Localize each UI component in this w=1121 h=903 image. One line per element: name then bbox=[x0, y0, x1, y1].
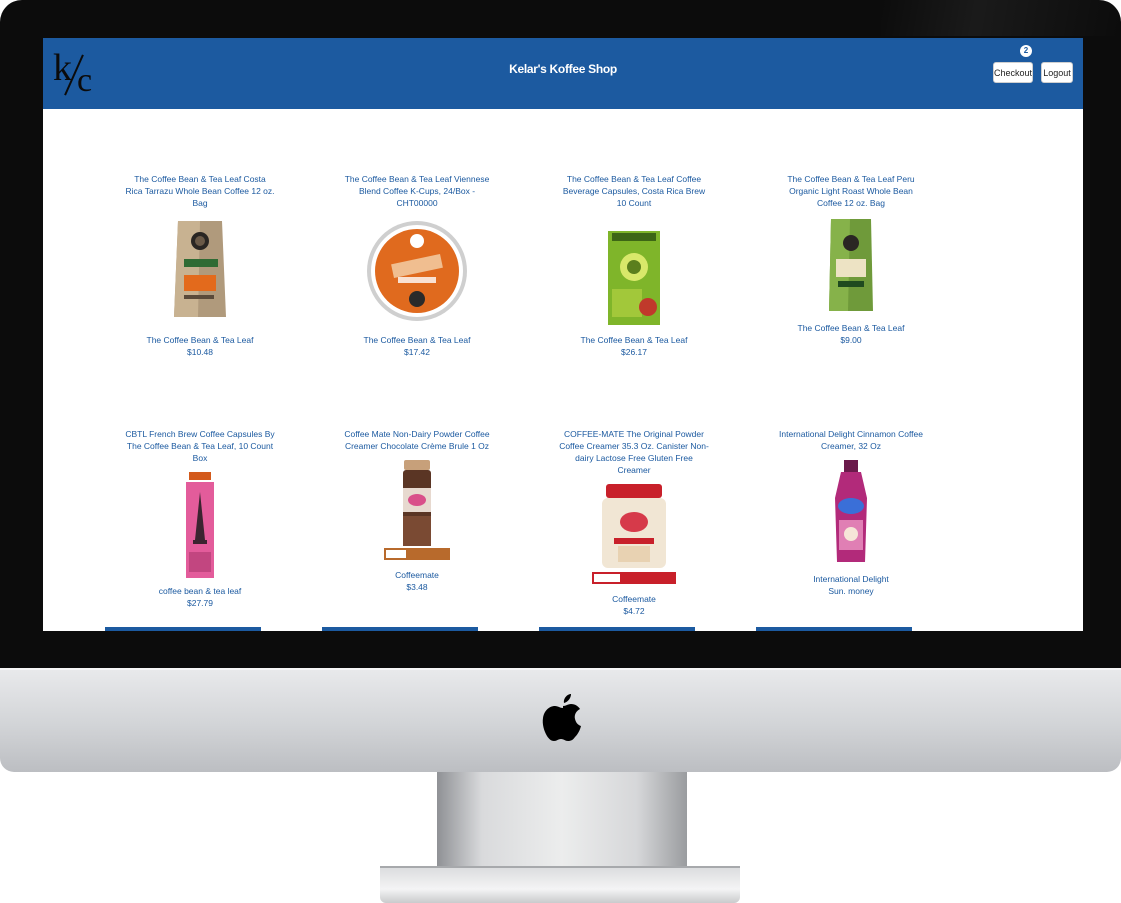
product-price: $4.72 bbox=[623, 606, 645, 616]
product-card[interactable]: COFFEE-MATE The Original Powder Coffee C… bbox=[549, 428, 719, 617]
product-price: $10.48 bbox=[187, 347, 213, 357]
product-brand: Coffeemate bbox=[395, 570, 439, 580]
product-brand: The Coffee Bean & Tea Leaf bbox=[580, 335, 688, 345]
product-name-link[interactable]: COFFEE-MATE The Original Powder Coffee C… bbox=[559, 428, 709, 476]
product-brand: The Coffee Bean & Tea Leaf bbox=[797, 323, 905, 333]
creamer-bottle-icon[interactable] bbox=[831, 458, 871, 566]
product-brand: International Delight bbox=[813, 574, 889, 584]
product-brand: Coffeemate bbox=[612, 594, 656, 604]
product-card[interactable]: CBTL French Brew Coffee Capsules By The … bbox=[115, 428, 285, 609]
k-cup-icon[interactable] bbox=[362, 215, 472, 327]
screen: k c Kelar's Koffee Shop 2 Checkout Logou… bbox=[43, 38, 1083, 631]
coffee-bag-icon[interactable] bbox=[826, 215, 876, 315]
navbar: k c Kelar's Koffee Shop 2 Checkout Logou… bbox=[43, 38, 1083, 109]
checkout-button[interactable]: Checkout bbox=[993, 62, 1033, 83]
product-brand: The Coffee Bean & Tea Leaf bbox=[363, 335, 471, 345]
logout-button[interactable]: Logout bbox=[1041, 62, 1073, 83]
product-brand: The Coffee Bean & Tea Leaf bbox=[146, 335, 254, 345]
creamer-canister-icon[interactable] bbox=[382, 458, 452, 562]
product-card[interactable]: The Coffee Bean & Tea Leaf Peru Organic … bbox=[766, 173, 936, 346]
product-name-link[interactable]: The Coffee Bean & Tea Leaf Coffee Bevera… bbox=[559, 173, 709, 209]
product-price: $17.42 bbox=[404, 347, 430, 357]
product-brand: coffee bean & tea leaf bbox=[158, 586, 242, 596]
bezel-gloss bbox=[881, 0, 1121, 36]
cart-count-badge: 2 bbox=[1020, 45, 1032, 57]
product-price: $3.48 bbox=[406, 582, 428, 592]
product-card[interactable]: The Coffee Bean & Tea Leaf Viennese Blen… bbox=[332, 173, 502, 358]
product-grid: The Coffee Bean & Tea Leaf Costa Rica Ta… bbox=[43, 109, 1083, 631]
product-name-link[interactable]: The Coffee Bean & Tea Leaf Peru Organic … bbox=[776, 173, 926, 209]
apple-logo-icon bbox=[542, 694, 581, 741]
product-name-link[interactable]: International Delight Cinnamon Coffee Cr… bbox=[776, 428, 926, 452]
monitor-stand bbox=[437, 772, 687, 870]
product-card[interactable]: The Coffee Bean & Tea Leaf Coffee Bevera… bbox=[549, 173, 719, 358]
product-price: Sun. money bbox=[828, 586, 874, 596]
product-name-link[interactable]: The Coffee Bean & Tea Leaf Viennese Blen… bbox=[342, 173, 492, 209]
product-button-partial[interactable] bbox=[322, 627, 478, 631]
product-price: $9.00 bbox=[840, 335, 862, 345]
coffee-bag-icon[interactable] bbox=[150, 215, 250, 327]
product-price: $26.17 bbox=[621, 347, 647, 357]
product-button-partial[interactable] bbox=[539, 627, 695, 631]
product-name-link[interactable]: CBTL French Brew Coffee Capsules By The … bbox=[125, 428, 275, 464]
product-name-link[interactable]: Coffee Mate Non-Dairy Powder Coffee Crea… bbox=[342, 428, 492, 452]
capsule-box-icon[interactable] bbox=[604, 215, 664, 327]
product-card[interactable]: The Coffee Bean & Tea Leaf Costa Rica Ta… bbox=[115, 173, 285, 358]
product-card[interactable]: International Delight Cinnamon Coffee Cr… bbox=[766, 428, 936, 597]
product-card[interactable]: Coffee Mate Non-Dairy Powder Coffee Crea… bbox=[332, 428, 502, 593]
creamer-canister-icon[interactable] bbox=[592, 482, 676, 586]
product-name-link[interactable]: The Coffee Bean & Tea Leaf Costa Rica Ta… bbox=[125, 173, 275, 209]
capsule-box-icon[interactable] bbox=[185, 470, 215, 578]
product-price: $27.79 bbox=[187, 598, 213, 608]
product-button-partial[interactable] bbox=[756, 627, 912, 631]
shop-title: Kelar's Koffee Shop bbox=[509, 62, 617, 76]
monitor-stand-base bbox=[380, 868, 740, 903]
product-button-partial[interactable] bbox=[105, 627, 261, 631]
